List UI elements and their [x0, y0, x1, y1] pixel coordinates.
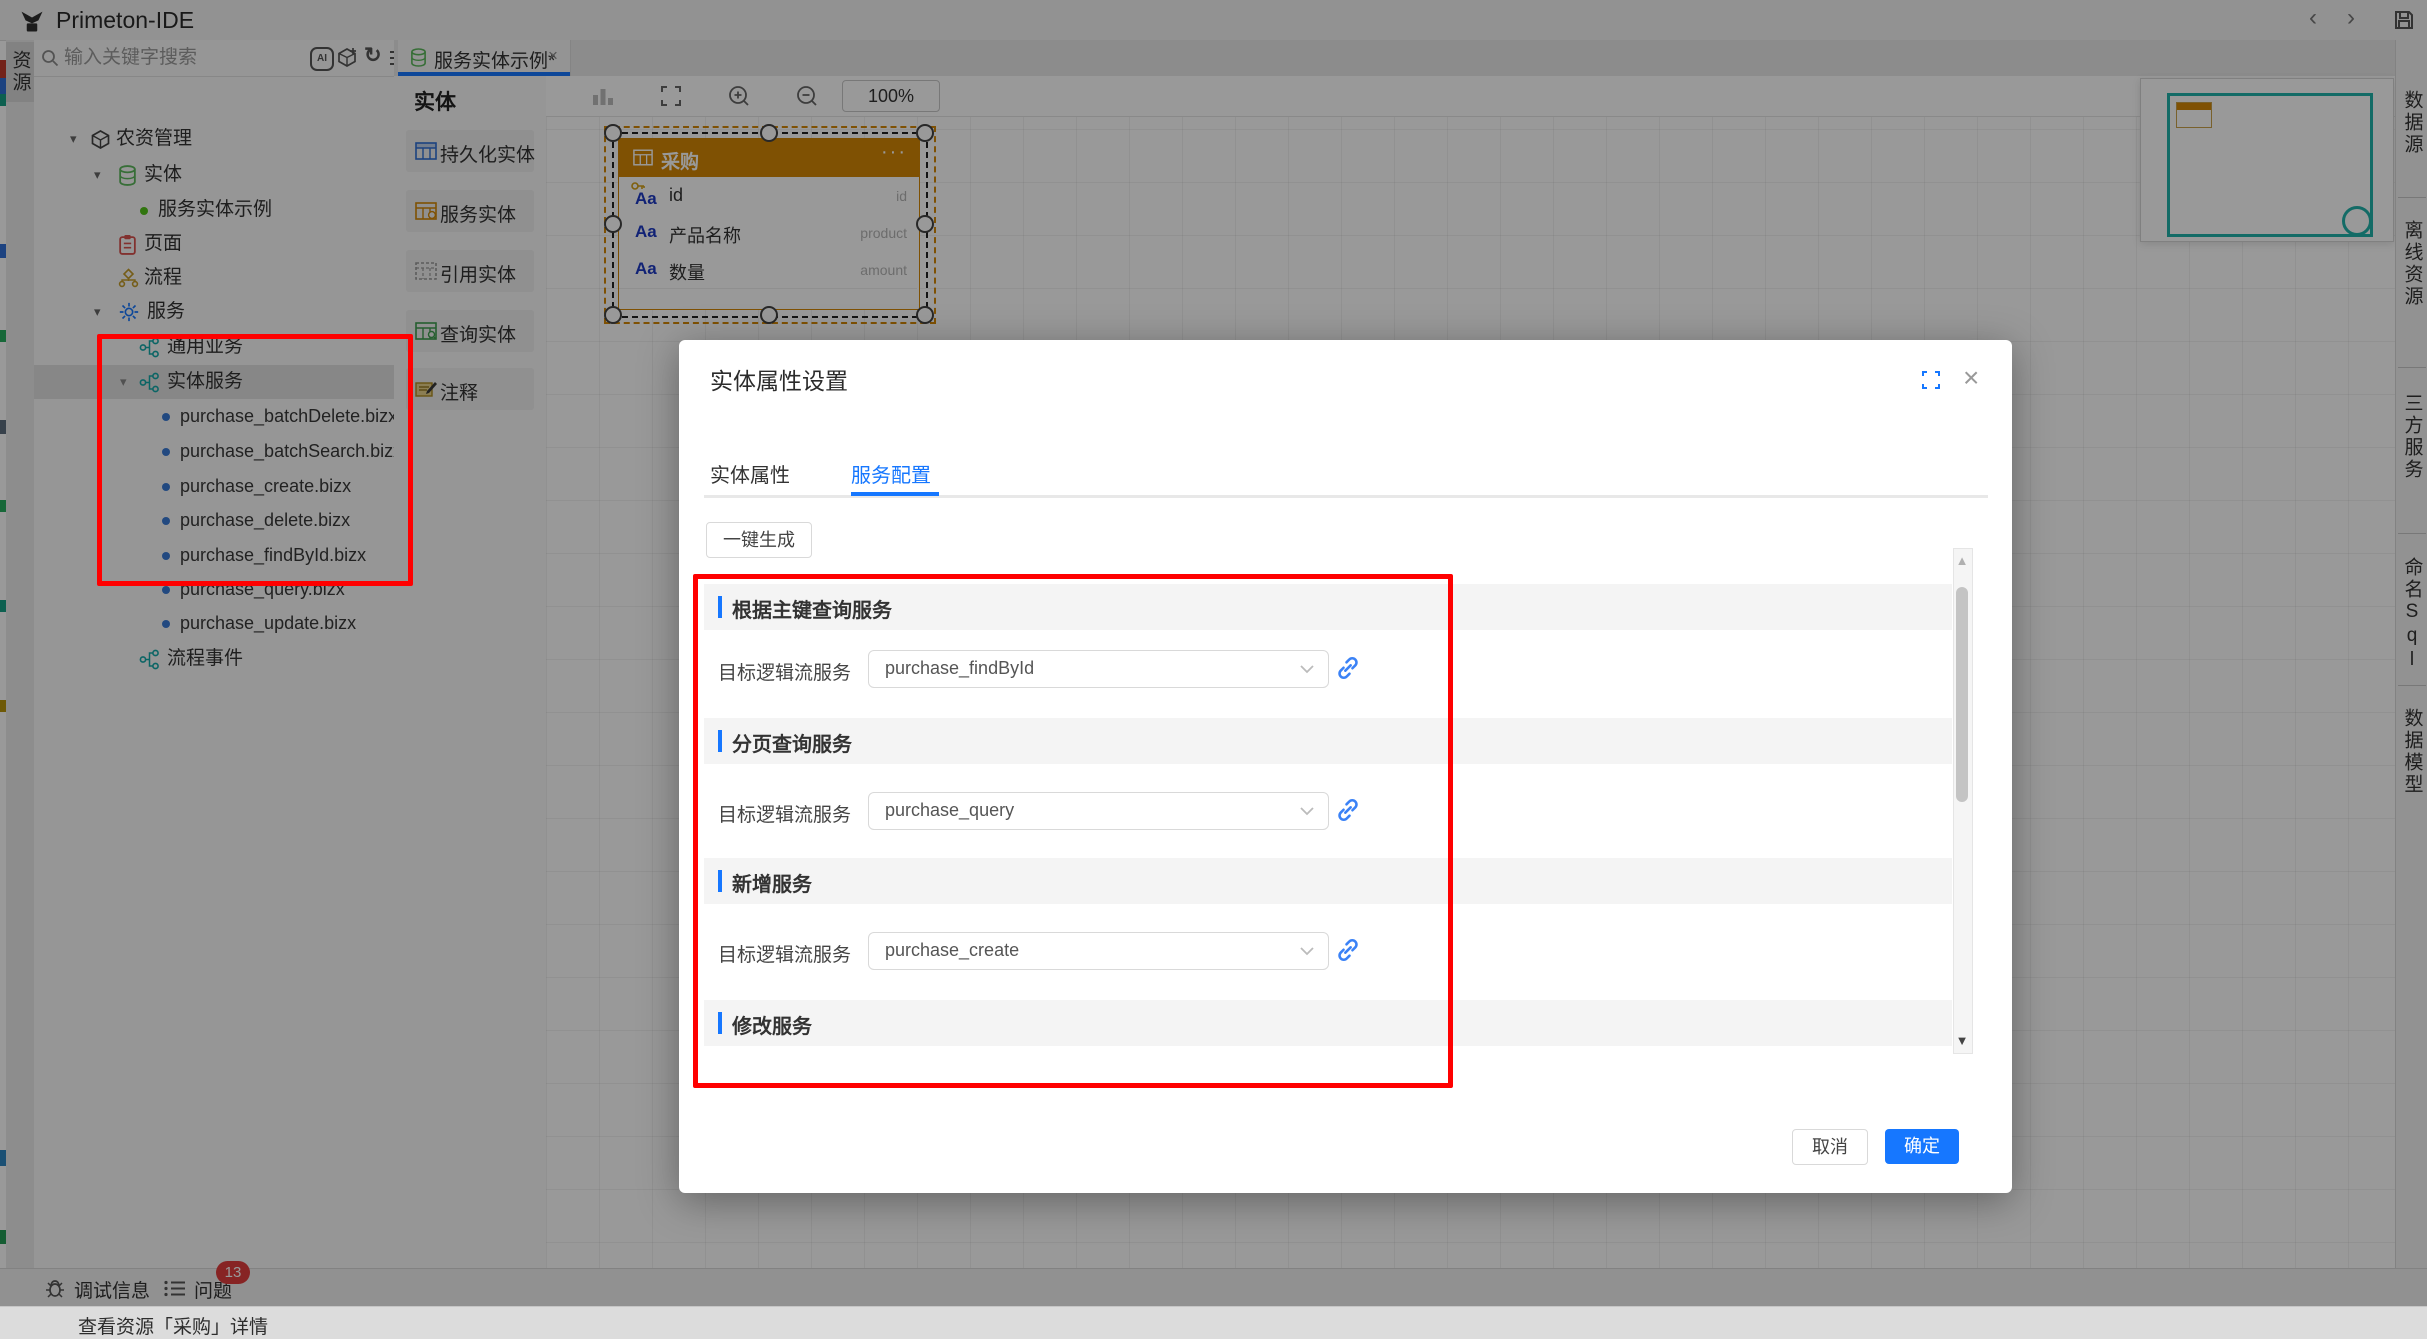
scrollbar-thumb[interactable] — [1956, 587, 1968, 802]
ok-button[interactable]: 确定 — [1885, 1129, 1959, 1164]
active-tab-underline — [851, 492, 939, 496]
close-icon[interactable]: × — [1963, 362, 1979, 394]
maximize-icon[interactable] — [1921, 370, 1941, 390]
status-bar: 查看资源「采购」详情 — [0, 1306, 2427, 1339]
annotation-box-file-list — [97, 334, 413, 586]
cancel-button[interactable]: 取消 — [1792, 1129, 1868, 1165]
dialog-title: 实体属性设置 — [710, 362, 848, 396]
status-text: 查看资源「采购」详情 — [78, 1312, 268, 1339]
annotation-box-service-config — [693, 574, 1453, 1088]
dialog-scrollbar[interactable]: ▲ ▼ — [1953, 548, 1973, 1054]
app-root: Primeton-IDE ‹ › 资源 — [0, 0, 2427, 1339]
tab-entity-properties[interactable]: 实体属性 — [710, 459, 790, 488]
scroll-down-icon[interactable]: ▼ — [1954, 1033, 1970, 1048]
one-click-generate-button[interactable]: 一键生成 — [706, 522, 812, 558]
tab-service-config[interactable]: 服务配置 — [851, 459, 931, 488]
scroll-up-icon[interactable]: ▲ — [1954, 553, 1970, 568]
